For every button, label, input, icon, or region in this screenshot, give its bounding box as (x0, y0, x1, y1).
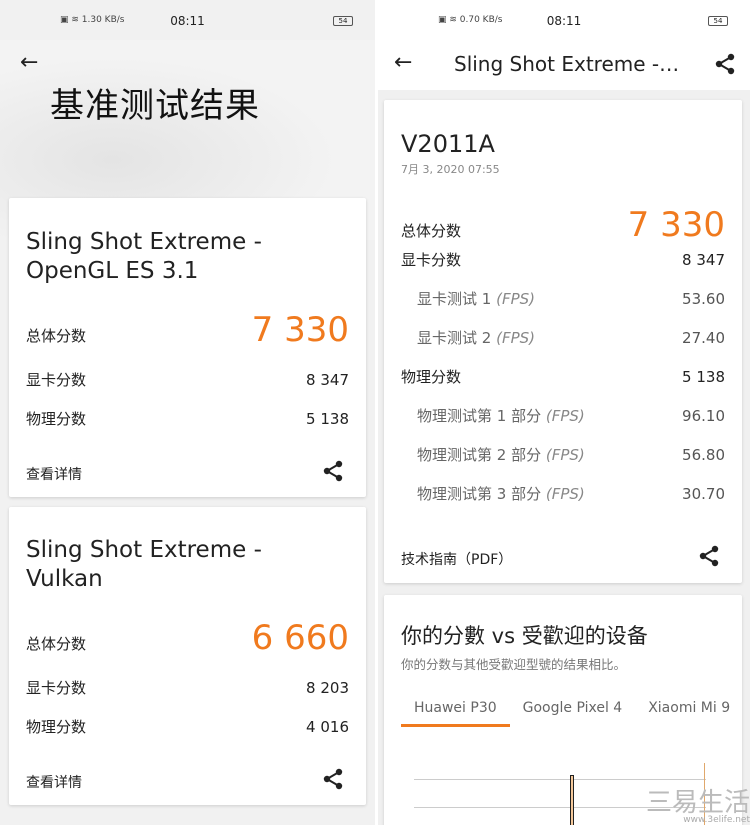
view-details-link[interactable]: 查看详情 (26, 464, 82, 484)
score-row: 显卡测试 2 (FPS) 27.40 (401, 327, 725, 348)
share-icon[interactable] (698, 545, 720, 567)
card-subtitle: OpenGL ES 3.1 (26, 258, 199, 284)
overall-score: 7 330 (251, 310, 349, 350)
row-unit: (FPS) (496, 329, 535, 347)
row-value: 5 138 (682, 368, 725, 386)
row-label: 总体分数 (401, 220, 461, 241)
share-icon[interactable] (322, 460, 344, 482)
comparison-subtitle: 你的分数与其他受歡迎型號的结果相比。 (401, 657, 627, 672)
chart-gridline (414, 779, 706, 780)
share-icon[interactable] (322, 768, 344, 790)
result-card-opengl: Sling Shot Extreme - OpenGL ES 3.1 总体分数 7… (9, 198, 366, 497)
row-unit: (FPS) (545, 407, 585, 425)
physics-score: 5 138 (306, 410, 349, 428)
back-arrow-icon[interactable]: ← (20, 50, 38, 75)
row-label-text: 显卡测试 2 (417, 329, 492, 347)
row-value: 7 330 (627, 205, 725, 245)
score-row: 显卡分数 8 347 (401, 249, 725, 270)
row-label: 显卡测试 2 (FPS) (401, 327, 535, 348)
row-label: 物理测试第 1 部分 (FPS) (401, 405, 585, 426)
tab-xiaomi-mi-9[interactable]: Xiaomi Mi 9 (635, 700, 743, 727)
physics-score: 4 016 (306, 718, 349, 736)
card-title: Sling Shot Extreme - (26, 537, 262, 563)
row-label: 物理测试第 2 部分 (FPS) (401, 444, 585, 465)
gpu-label: 显卡分数 (26, 371, 87, 389)
clock: 08:11 (170, 14, 205, 28)
row-label-text: 显卡分数 (401, 251, 462, 269)
tech-guide-pdf-link[interactable]: 技术指南（PDF） (401, 549, 512, 569)
physics-label: 物理分数 (26, 718, 87, 736)
comparison-title: 你的分數 vs 受歡迎的设备 (401, 624, 648, 648)
battery-icon: 54 (333, 16, 353, 26)
score-row: 总体分数 7 330 (401, 205, 725, 245)
gpu-label: 显卡分数 (26, 679, 87, 697)
clock: 08:11 (546, 14, 582, 28)
row-label-text: 物理测试第 3 部分 (417, 485, 542, 503)
device-name: V2011A (401, 130, 495, 158)
row-label: 显卡分数 (401, 249, 461, 270)
row-value: 56.80 (682, 446, 725, 464)
score-row: 物理测试第 2 部分 (FPS) 56.80 (401, 444, 725, 465)
row-label-text: 物理分数 (401, 368, 462, 386)
score-row: 显卡测试 1 (FPS) 53.60 (401, 288, 725, 309)
row-unit: (FPS) (545, 485, 585, 503)
share-icon[interactable] (714, 53, 736, 75)
row-label: 物理分数 (401, 366, 461, 387)
tab-huawei-p30[interactable]: Huawei P30 (401, 700, 510, 727)
row-value: 30.70 (682, 485, 725, 503)
tab-google-pixel-4[interactable]: Google Pixel 4 (510, 700, 636, 727)
row-value: 8 347 (682, 251, 725, 269)
row-unit: (FPS) (545, 446, 585, 464)
score-row: 物理测试第 3 部分 (FPS) 30.70 (401, 483, 725, 504)
battery-icon: 54 (708, 16, 728, 26)
view-details-link[interactable]: 查看详情 (26, 772, 82, 792)
page-title: 基准测试结果 (50, 86, 260, 126)
row-value: 53.60 (682, 290, 725, 308)
row-value: 96.10 (682, 407, 725, 425)
row-label: 物理测试第 3 部分 (FPS) (401, 483, 585, 504)
overall-label: 总体分数 (26, 327, 87, 345)
overall-label: 总体分数 (26, 635, 87, 653)
top-app-bar: ← Sling Shot Extreme -… (378, 40, 750, 90)
result-card-vulkan: Sling Shot Extreme - Vulkan 总体分数 6 660 显卡… (9, 507, 366, 805)
row-unit: (FPS) (496, 290, 535, 308)
row-value: 27.40 (682, 329, 725, 347)
card-subtitle: Vulkan (26, 566, 103, 592)
row-label-text: 显卡测试 1 (417, 290, 492, 308)
status-bar: ▣ ≋ 1.30 KB/s 08:11 54 (0, 0, 375, 40)
toolbar-title: Sling Shot Extreme -… (454, 52, 680, 76)
detail-card: V2011A 7月 3, 2020 07:55 总体分数 7 330 显卡分数 8 3… (384, 100, 742, 583)
row-label-text: 物理测试第 1 部分 (417, 407, 542, 425)
physics-label: 物理分数 (26, 410, 87, 428)
row-label-text: 物理测试第 2 部分 (417, 446, 542, 464)
status-bar: ▣ ≋ 0.70 KB/s 08:11 54 (378, 0, 750, 40)
gpu-score: 8 347 (306, 371, 349, 389)
overall-score: 6 660 (251, 618, 349, 658)
row-label: 显卡测试 1 (FPS) (401, 288, 535, 309)
score-row: 物理分数 5 138 (401, 366, 725, 387)
gpu-score: 8 203 (306, 679, 349, 697)
watermark-logo: 三易生活 www.3elife.net (645, 788, 750, 825)
device-tabs: Huawei P30 Google Pixel 4 Xiaomi Mi 9 (401, 700, 743, 727)
right-screen: ▣ ≋ 0.70 KB/s 08:11 54 ← Sling Shot Extr… (378, 0, 750, 825)
row-label-text: 总体分数 (401, 222, 462, 240)
score-marker-bar (570, 775, 574, 825)
test-date: 7月 3, 2020 07:55 (401, 163, 500, 176)
left-screen: ▣ ≋ 1.30 KB/s 08:11 54 ← 基准测试结果 Sling Sh… (0, 0, 375, 825)
back-arrow-icon[interactable]: ← (394, 50, 412, 75)
card-title: Sling Shot Extreme - (26, 229, 262, 255)
score-row: 物理测试第 1 部分 (FPS) 96.10 (401, 405, 725, 426)
